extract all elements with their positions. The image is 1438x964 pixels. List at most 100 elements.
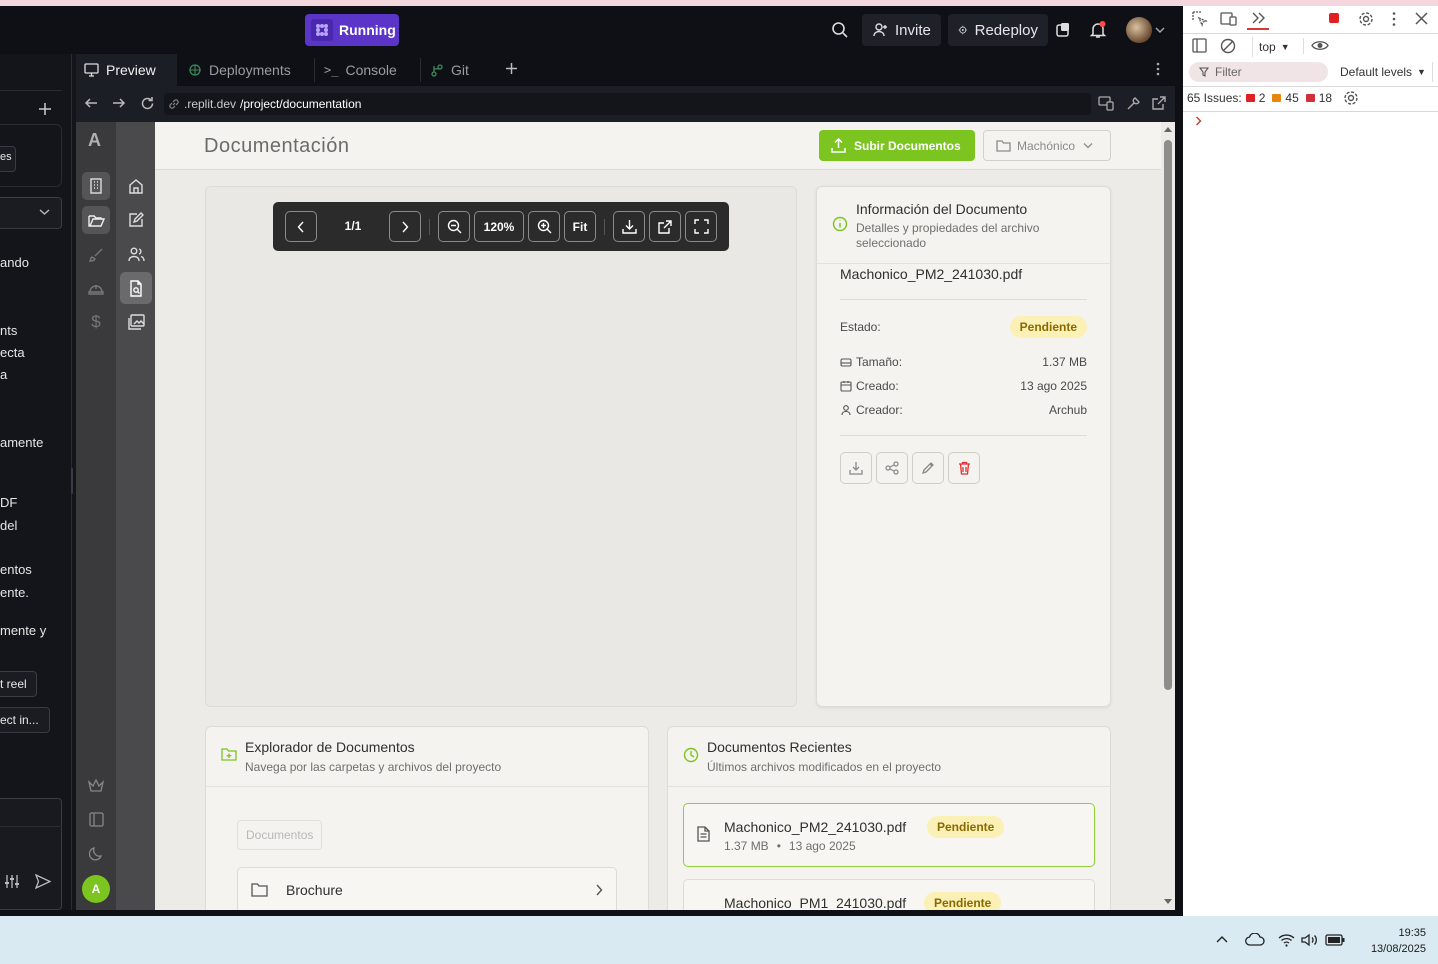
- recent-document-date: 13 ago 2025: [788, 839, 856, 853]
- console-prompt-chevron-icon[interactable]: [1195, 116, 1202, 126]
- scroll-up-arrow-icon[interactable]: [1163, 126, 1173, 133]
- agent-model-select[interactable]: [0, 197, 62, 229]
- issues-summary[interactable]: 65 Issues: 2 45 18: [1187, 91, 1332, 105]
- sidebar-item-construction[interactable]: [82, 274, 110, 302]
- sidebar-item-projects[interactable]: [82, 206, 110, 234]
- chevron-down-icon[interactable]: [1155, 26, 1165, 34]
- upload-documents-button[interactable]: Subir Documentos: [819, 130, 975, 161]
- recent-document-item[interactable]: [683, 803, 1095, 867]
- sidebar-toggle-item[interactable]: [82, 805, 110, 833]
- app-logo-letter: A: [88, 130, 101, 150]
- send-icon[interactable]: [35, 874, 51, 889]
- file-text-icon: [697, 826, 710, 842]
- log-levels-select[interactable]: Default levels ▼: [1340, 65, 1426, 79]
- delete-document-button[interactable]: [948, 452, 980, 484]
- sidebar-item-design[interactable]: [82, 240, 110, 268]
- zoom-out-button[interactable]: [438, 211, 470, 242]
- issues-settings-gear-icon[interactable]: [1343, 90, 1359, 106]
- show-hidden-icons-chevron-icon[interactable]: [1216, 935, 1228, 943]
- sidebar-item-team[interactable]: [122, 240, 150, 268]
- tab-console[interactable]: >_ Console: [316, 54, 416, 86]
- sidebar-item-organization[interactable]: [82, 172, 110, 200]
- error-count: 2: [1258, 91, 1266, 105]
- more-tabs-chevrons-icon[interactable]: [1251, 11, 1267, 25]
- download-icon: [621, 220, 637, 234]
- error-count-icon[interactable]: [1329, 13, 1339, 23]
- scroll-down-arrow-icon[interactable]: [1163, 898, 1173, 905]
- redeploy-button[interactable]: Redeploy: [948, 14, 1048, 46]
- new-tab-plus-icon[interactable]: [505, 62, 518, 75]
- zoom-in-icon: [537, 219, 551, 234]
- taskbar-clock[interactable]: 19:35 13/08/2025: [1356, 925, 1426, 957]
- user-avatar[interactable]: A: [82, 875, 110, 903]
- download-document-button[interactable]: [840, 452, 872, 484]
- project-select[interactable]: Machónico: [983, 130, 1111, 161]
- scrollbar-thumb[interactable]: [1164, 140, 1172, 690]
- zoom-in-button[interactable]: [528, 211, 560, 242]
- agent-chip-label: t reel: [0, 677, 27, 691]
- fit-button[interactable]: Fit: [564, 211, 596, 242]
- download-button[interactable]: [613, 211, 645, 242]
- back-arrow-icon[interactable]: [84, 96, 98, 110]
- tab-deployments[interactable]: Deployments: [180, 54, 310, 86]
- more-options-icon[interactable]: [1152, 62, 1164, 76]
- clock-time: 19:35: [1398, 927, 1426, 939]
- notifications-bell-icon[interactable]: [1088, 20, 1108, 40]
- recent-subtitle: Últimos archivos modificados en el proye…: [707, 760, 942, 774]
- devices-icon[interactable]: [1098, 96, 1114, 111]
- search-icon[interactable]: [831, 21, 849, 39]
- clear-console-icon[interactable]: [1220, 38, 1236, 54]
- volume-icon[interactable]: [1301, 933, 1319, 947]
- eye-icon[interactable]: [1311, 39, 1329, 52]
- reload-icon[interactable]: [140, 96, 155, 111]
- fullscreen-button[interactable]: [685, 211, 717, 242]
- zoom-level[interactable]: 120%: [474, 211, 524, 242]
- breadcrumb[interactable]: Documentos: [237, 820, 323, 850]
- chevron-down-icon[interactable]: [39, 208, 50, 216]
- context-select[interactable]: top ▼: [1252, 37, 1290, 57]
- resize-handle[interactable]: [71, 468, 73, 494]
- close-icon[interactable]: [1415, 12, 1428, 25]
- device-toolbar-icon[interactable]: [1220, 11, 1237, 27]
- tab-preview[interactable]: Preview: [76, 54, 177, 86]
- open-new-window-icon[interactable]: [1152, 96, 1166, 110]
- previous-page-button[interactable]: [285, 211, 317, 242]
- new-chat-plus-icon[interactable]: [38, 102, 52, 116]
- kebab-menu-icon[interactable]: [1390, 11, 1398, 27]
- sidebar-item-documentation[interactable]: [120, 272, 152, 304]
- agent-input-box[interactable]: [0, 798, 62, 910]
- sidebar-item-gallery[interactable]: [122, 308, 150, 336]
- next-page-button[interactable]: [389, 211, 421, 242]
- forward-arrow-icon[interactable]: [112, 96, 126, 110]
- run-status-button[interactable]: Running: [305, 14, 399, 46]
- chevron-left-icon: [297, 221, 304, 232]
- tab-git[interactable]: Git: [422, 54, 492, 86]
- zoom-out-icon: [447, 219, 461, 234]
- toolbar-separator: [429, 219, 430, 235]
- console-filter-input[interactable]: Filter: [1189, 62, 1328, 82]
- wrench-icon[interactable]: [1126, 96, 1141, 111]
- settings-gear-icon[interactable]: [1358, 11, 1374, 27]
- sidebar-item-home[interactable]: [122, 172, 150, 200]
- home-icon: [129, 179, 143, 194]
- deploy-options-icon[interactable]: [1054, 21, 1072, 39]
- sidebar-item-finance[interactable]: $: [82, 308, 110, 336]
- inspect-element-icon[interactable]: [1192, 11, 1208, 27]
- sidebar-item-plan[interactable]: [82, 771, 110, 799]
- invite-button[interactable]: Invite: [862, 14, 941, 46]
- url-field[interactable]: .replit.dev/project/documentation: [164, 93, 1091, 115]
- onedrive-cloud-icon[interactable]: [1245, 933, 1265, 946]
- pdf-viewer[interactable]: [205, 186, 797, 707]
- url-domain: .replit.dev: [184, 97, 237, 111]
- theme-toggle-item[interactable]: [82, 839, 110, 867]
- context-value: top: [1259, 40, 1276, 54]
- open-external-button[interactable]: [649, 211, 681, 242]
- sidebar-item-notes[interactable]: [122, 206, 150, 234]
- sliders-icon[interactable]: [4, 874, 20, 889]
- share-document-button[interactable]: [876, 452, 908, 484]
- user-avatar[interactable]: [1126, 17, 1152, 43]
- wifi-icon[interactable]: [1278, 933, 1295, 947]
- edit-document-button[interactable]: [912, 452, 944, 484]
- battery-charging-icon[interactable]: [1325, 934, 1345, 946]
- sidebar-panel-icon[interactable]: [1192, 38, 1207, 53]
